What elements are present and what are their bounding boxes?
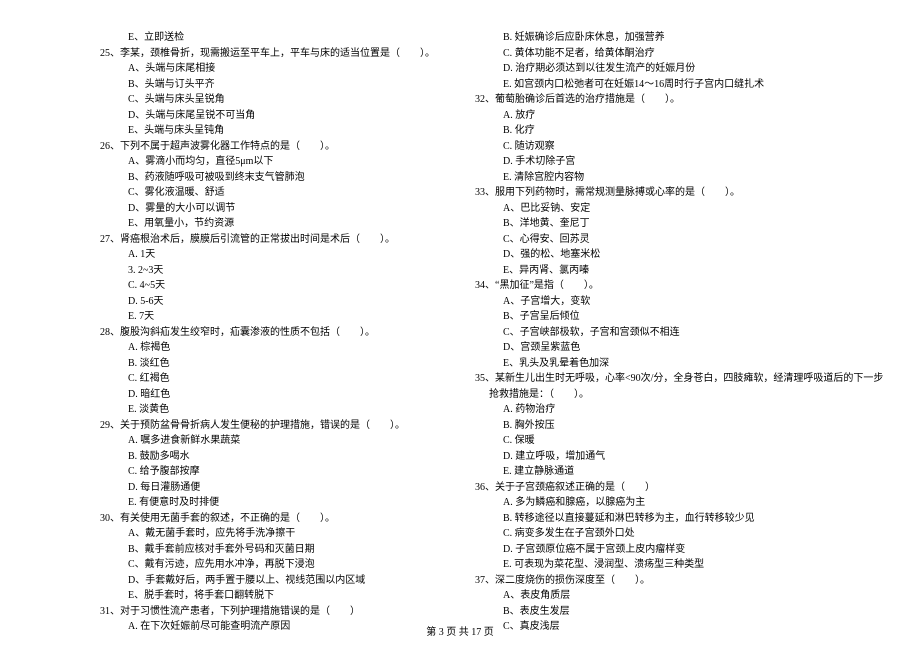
column-right: B. 妊娠确诊后应卧床休息，加强营养C. 黄体功能不足者，给黄体酮治疗D. 治疗… [475, 30, 883, 610]
option-line: C. 4~5天 [100, 278, 435, 294]
option-line: B. 妊娠确诊后应卧床休息，加强营养 [475, 30, 883, 46]
option-line: C. 黄体功能不足者，给黄体酮治疗 [475, 46, 883, 62]
option-line: C、雾化液温暖、舒适 [100, 185, 435, 201]
option-line: E. 清除宫腔内容物 [475, 170, 883, 186]
option-line: B、头端与订头平齐 [100, 77, 435, 93]
option-line: D、雾量的大小可以调节 [100, 201, 435, 217]
option-line: A. 药物治疗 [475, 402, 883, 418]
option-line: B. 胸外按压 [475, 418, 883, 434]
option-line: A. 1天 [100, 247, 435, 263]
option-line: D. 子宫颈原位癌不属于宫颈上皮内瘤样变 [475, 542, 883, 558]
option-line: B. 鼓励多喝水 [100, 449, 435, 465]
option-line: C. 红褐色 [100, 371, 435, 387]
option-line: 抢救措施是：（ ）。 [475, 387, 883, 403]
option-line: A. 棕褐色 [100, 340, 435, 356]
option-line: B. 转移途径以直接蔓延和淋巴转移为主，血行转移较少见 [475, 511, 883, 527]
option-line: C. 病变多发生在子宫颈外口处 [475, 526, 883, 542]
option-line: E. 淡黄色 [100, 402, 435, 418]
option-line: E. 7天 [100, 309, 435, 325]
option-line: C. 保暖 [475, 433, 883, 449]
option-line: A、雾滴小而均匀，直径5μm以下 [100, 154, 435, 170]
option-line: A. 嘱多进食新鲜水果蔬菜 [100, 433, 435, 449]
option-line: C. 随访观察 [475, 139, 883, 155]
option-line: D、强的松、地塞米松 [475, 247, 883, 263]
option-line: D. 每日灌肠通便 [100, 480, 435, 496]
question-line: 27、肾癌根治术后，膜膜后引流管的正常拔出时间是术后（ ）。 [100, 232, 435, 248]
page-footer: 第 3 页 共 17 页 [0, 623, 920, 638]
option-line: E、脱手套时，将手套口翻转脱下 [100, 588, 435, 604]
question-line: 34、“黑加征”是指（ ）。 [475, 278, 883, 294]
question-line: 31、对于习惯性流产患者，下列护理措施错误的是（ ） [100, 604, 435, 620]
option-line: E、乳头及乳晕着色加深 [475, 356, 883, 372]
question-line: 35、某新生儿出生时无呼吸，心率<90次/分，全身苍白，四肢瘫软，经清理呼吸道后… [475, 371, 883, 387]
option-line: C. 给予腹部按摩 [100, 464, 435, 480]
question-line: 28、腹股沟斜疝发生绞窄时，疝囊渗液的性质不包括（ ）。 [100, 325, 435, 341]
option-line: E. 如宫颈内口松弛者可在妊娠14～16周时行子宫内口缝扎术 [475, 77, 883, 93]
question-line: 25、李某，颈椎骨折，现需搬运至平车上，平车与床的适当位置是（ ）。 [100, 46, 435, 62]
question-line: 26、下列不属于超声波雾化器工作特点的是（ ）。 [100, 139, 435, 155]
option-line: E、用氧量小，节约资源 [100, 216, 435, 232]
option-line: E. 可表现为菜花型、浸润型、溃疡型三种类型 [475, 557, 883, 573]
option-line: A. 多为鳞癌和腺癌，以腺癌为主 [475, 495, 883, 511]
option-line: A、戴无菌手套时，应先将手洗净擦干 [100, 526, 435, 542]
option-line: E、立即送检 [100, 30, 435, 46]
option-line: E. 有便意时及时排便 [100, 495, 435, 511]
column-left: E、立即送检25、李某，颈椎骨折，现需搬运至平车上，平车与床的适当位置是（ ）。… [100, 30, 435, 610]
question-line: 30、有关使用无菌手套的叙述，不正确的是（ ）。 [100, 511, 435, 527]
option-line: D. 建立呼吸，增加通气 [475, 449, 883, 465]
question-line: 29、关于预防盆骨骨折病人发生便秘的护理措施，错误的是（ ）。 [100, 418, 435, 434]
option-line: B、戴手套前应核对手套外号码和灭菌日期 [100, 542, 435, 558]
option-line: D、头端与床尾呈锐不可当角 [100, 108, 435, 124]
option-line: D. 治疗期必须达到以往发生流产的妊娠月份 [475, 61, 883, 77]
option-line: A、表皮角质层 [475, 588, 883, 604]
question-line: 33、服用下列药物时，需常规测量脉搏或心率的是（ ）。 [475, 185, 883, 201]
option-line: C、心得安、回苏灵 [475, 232, 883, 248]
option-line: C、头端与床头呈锐角 [100, 92, 435, 108]
option-line: A、巴比妥钠、安定 [475, 201, 883, 217]
option-line: C、子宫峡部极软，子宫和宫颈似不相连 [475, 325, 883, 341]
option-line: B、表皮生发层 [475, 604, 883, 620]
option-line: E、头端与床头呈钝角 [100, 123, 435, 139]
option-line: B、洋地黄、奎尼丁 [475, 216, 883, 232]
question-line: 37、深二度烧伤的损伤深度至（ ）。 [475, 573, 883, 589]
option-line: B. 化疗 [475, 123, 883, 139]
option-line: A、子宫增大，变软 [475, 294, 883, 310]
option-line: A、头端与床尾相接 [100, 61, 435, 77]
option-line: E、异丙肾、氯丙嗪 [475, 263, 883, 279]
option-line: D. 暗红色 [100, 387, 435, 403]
option-line: E. 建立静脉通道 [475, 464, 883, 480]
question-line: 36、关于子宫颈癌叙述正确的是（ ） [475, 480, 883, 496]
option-line: 3. 2~3天 [100, 263, 435, 279]
option-line: D. 手术切除子宫 [475, 154, 883, 170]
option-line: B、子宫呈后倾位 [475, 309, 883, 325]
page-columns: E、立即送检25、李某，颈椎骨折，现需搬运至平车上，平车与床的适当位置是（ ）。… [100, 30, 870, 610]
option-line: A. 放疗 [475, 108, 883, 124]
option-line: B、药液随呼吸可被吸到终末支气管肺泡 [100, 170, 435, 186]
option-line: B. 淡红色 [100, 356, 435, 372]
option-line: D、手套戴好后，两手置于腰以上、视线范围以内区域 [100, 573, 435, 589]
option-line: D、宫颈呈紫蓝色 [475, 340, 883, 356]
option-line: C、戴有污迹，应先用水冲净，再脱下浸泡 [100, 557, 435, 573]
question-line: 32、葡萄胎确诊后首选的治疗措施是（ ）。 [475, 92, 883, 108]
option-line: D. 5-6天 [100, 294, 435, 310]
